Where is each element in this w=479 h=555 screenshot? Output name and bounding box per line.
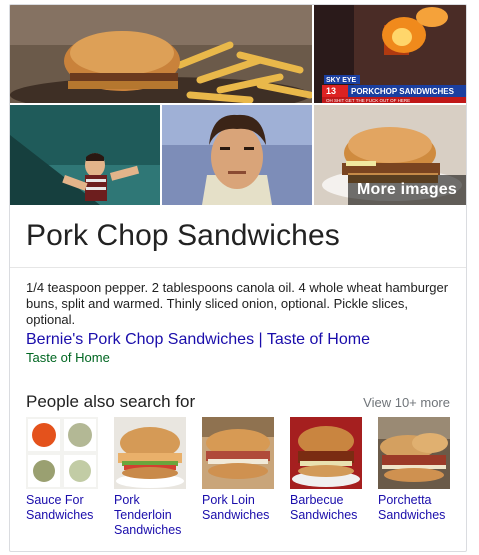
view-more-link[interactable]: View 10+ more <box>363 395 450 410</box>
pas-item-porchetta[interactable]: Porchetta Sandwiches <box>378 417 452 523</box>
pas-item-tenderloin[interactable]: Pork Tenderloin Sandwiches <box>114 417 188 538</box>
image-cartoon-face[interactable] <box>162 105 312 205</box>
news-ticker-text: OH SHIT GET THE FUCK OUT OF HERE <box>326 98 410 103</box>
pas-label-pork-loin[interactable]: Pork Loin Sandwiches <box>202 493 276 523</box>
bbq-sandwich-thumbnail[interactable] <box>290 417 362 489</box>
pas-label-sauce[interactable]: Sauce For Sandwiches <box>26 493 100 523</box>
pas-item-bbq[interactable]: Barbecue Sandwiches <box>290 417 364 523</box>
entity-title: Pork Chop Sandwiches <box>26 219 340 252</box>
pork-loin-sandwich-thumbnail[interactable] <box>202 417 274 489</box>
image-porkchop-sandwich[interactable]: More images <box>314 105 466 205</box>
more-images-button[interactable]: More images <box>348 175 466 205</box>
porchetta-sandwich-thumbnail[interactable] <box>378 417 450 489</box>
news-eyewitness-text: SKY EYE <box>326 77 357 84</box>
news-channel-text: 13 <box>326 86 336 96</box>
tenderloin-sandwich-thumbnail[interactable] <box>114 417 186 489</box>
source-link[interactable]: Bernie's Pork Chop Sandwiches | Taste of… <box>26 331 370 349</box>
source-site: Taste of Home <box>26 350 110 365</box>
pas-label-bbq[interactable]: Barbecue Sandwiches <box>290 493 364 523</box>
news-caption-text: PORKCHOP SANDWICHES <box>351 87 455 96</box>
image-burger-fries[interactable] <box>10 5 312 103</box>
image-news-porkchop-fire[interactable]: SKY EYE 13 PORKCHOP SANDWICHES OH SHIT G… <box>314 5 466 103</box>
pas-item-sauce[interactable]: Sauce For Sandwiches <box>26 417 100 523</box>
divider <box>10 267 466 268</box>
knowledge-panel: SKY EYE 13 PORKCHOP SANDWICHES OH SHIT G… <box>9 4 467 552</box>
people-also-search-heading: People also search for <box>26 392 196 411</box>
sauce-collage-thumbnail[interactable] <box>26 417 98 489</box>
pas-label-tenderloin[interactable]: Pork Tenderloin Sandwiches <box>114 493 188 538</box>
image-cartoon-running[interactable] <box>10 105 160 205</box>
pas-item-pork-loin[interactable]: Pork Loin Sandwiches <box>202 417 276 523</box>
entity-description: 1/4 teaspoon pepper. 2 tablespoons canol… <box>26 280 449 327</box>
pas-label-porchetta[interactable]: Porchetta Sandwiches <box>378 493 452 523</box>
